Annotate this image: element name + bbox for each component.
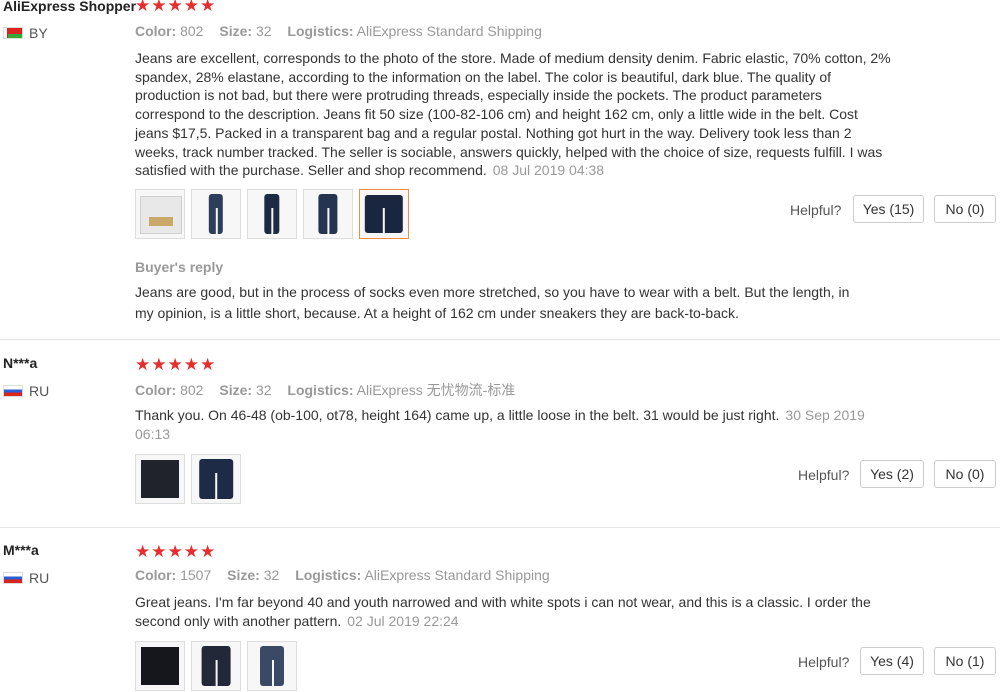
photo-image bbox=[140, 459, 180, 499]
helpful-label: Helpful? bbox=[798, 654, 850, 670]
logistics-label: Logistics: bbox=[295, 567, 362, 583]
reviewer-country: RU bbox=[29, 383, 50, 399]
review-photo-thumbnail[interactable] bbox=[191, 454, 241, 504]
color-label: Color: bbox=[135, 567, 177, 583]
star-rating: ★★★★★ bbox=[135, 355, 217, 374]
color-value: 802 bbox=[180, 382, 204, 398]
reviewer-country: BY bbox=[29, 25, 48, 41]
color-value: 1507 bbox=[180, 567, 212, 583]
size-label: Size: bbox=[227, 567, 260, 583]
logistics-value: AliExpress 无忧物流-标准 bbox=[356, 382, 516, 398]
photo-image bbox=[318, 193, 338, 235]
review-photo-thumbnail[interactable] bbox=[191, 189, 241, 239]
review-date: 02 Jul 2019 22:24 bbox=[347, 612, 459, 629]
color-label: Color: bbox=[135, 23, 177, 39]
logistics-value: AliExpress Standard Shipping bbox=[364, 567, 550, 583]
review-text: Jeans are excellent, corresponds to the … bbox=[135, 49, 895, 180]
review-photos bbox=[135, 641, 297, 691]
order-info: Color: 1507 Size: 32 Logistics: AliExpre… bbox=[135, 567, 562, 583]
review-photo-thumbnail[interactable] bbox=[247, 189, 297, 239]
review-photo-thumbnail[interactable] bbox=[135, 189, 185, 239]
review-photo-thumbnail[interactable] bbox=[247, 641, 297, 691]
review-body: Great jeans. I'm far beyond 40 and youth… bbox=[135, 594, 871, 629]
buyer-reply-title: Buyer's reply bbox=[135, 259, 224, 275]
size-label: Size: bbox=[219, 382, 253, 398]
helpful-label: Helpful? bbox=[790, 202, 842, 218]
logistics-label: Logistics: bbox=[287, 23, 354, 39]
review-photos bbox=[135, 189, 409, 239]
country-flag-icon bbox=[3, 385, 23, 397]
review-body: Jeans are excellent, corresponds to the … bbox=[135, 50, 891, 179]
review-text: Great jeans. I'm far beyond 40 and youth… bbox=[135, 593, 895, 630]
order-info: Color: 802 Size: 32 Logistics: AliExpres… bbox=[135, 23, 554, 39]
size-value: 32 bbox=[255, 382, 272, 398]
helpful-no-button[interactable]: No (0) bbox=[934, 195, 996, 223]
helpful-label: Helpful? bbox=[798, 467, 850, 483]
size-label: Size: bbox=[219, 23, 253, 39]
photo-image bbox=[364, 194, 404, 234]
review-photo-thumbnail[interactable] bbox=[191, 641, 241, 691]
review-photo-thumbnail[interactable] bbox=[135, 641, 185, 691]
review-divider bbox=[0, 339, 1000, 340]
reviewer-country: RU bbox=[29, 570, 50, 586]
helpful-yes-button[interactable]: Yes (2) bbox=[860, 460, 924, 488]
review-date: 08 Jul 2019 04:38 bbox=[492, 162, 605, 179]
order-info: Color: 802 Size: 32 Logistics: AliExpres… bbox=[135, 380, 527, 400]
star-rating: ★★★★★ bbox=[135, 542, 217, 561]
size-value: 32 bbox=[263, 567, 280, 583]
reviewer-name: M***a bbox=[3, 542, 39, 558]
photo-image bbox=[199, 458, 233, 500]
buyer-reply-text: Jeans are good, but in the process of so… bbox=[135, 284, 850, 321]
size-value: 32 bbox=[255, 23, 272, 39]
logistics-label: Logistics: bbox=[287, 382, 354, 398]
color-value: 802 bbox=[180, 23, 204, 39]
review-photo-thumbnail[interactable] bbox=[303, 189, 353, 239]
photo-image bbox=[260, 645, 284, 687]
helpful-no-button[interactable]: No (1) bbox=[934, 647, 996, 675]
reviewer-name: AliExpress Shopper bbox=[3, 0, 137, 14]
photo-image bbox=[208, 193, 224, 235]
reviewer-name: N***a bbox=[3, 355, 38, 371]
photo-image bbox=[139, 195, 183, 235]
logistics-value: AliExpress Standard Shipping bbox=[356, 23, 542, 39]
helpful-yes-button[interactable]: Yes (4) bbox=[860, 647, 924, 675]
color-label: Color: bbox=[135, 382, 177, 398]
review-body: Thank you. On 46-48 (ob-100, ot78, heigh… bbox=[135, 407, 780, 423]
photo-image bbox=[201, 645, 231, 687]
review-divider bbox=[0, 527, 1000, 528]
review-photo-thumbnail[interactable] bbox=[135, 454, 185, 504]
review-photo-thumbnail[interactable] bbox=[359, 189, 409, 239]
photo-image bbox=[264, 193, 280, 235]
country-flag-icon bbox=[3, 27, 23, 39]
country-flag-icon bbox=[3, 572, 23, 584]
photo-image bbox=[140, 646, 180, 686]
star-rating: ★★★★★ bbox=[135, 0, 217, 15]
review-photos bbox=[135, 454, 241, 504]
review-text: Thank you. On 46-48 (ob-100, ot78, heigh… bbox=[135, 406, 895, 443]
helpful-yes-button[interactable]: Yes (15) bbox=[853, 195, 924, 223]
helpful-no-button[interactable]: No (0) bbox=[934, 460, 996, 488]
